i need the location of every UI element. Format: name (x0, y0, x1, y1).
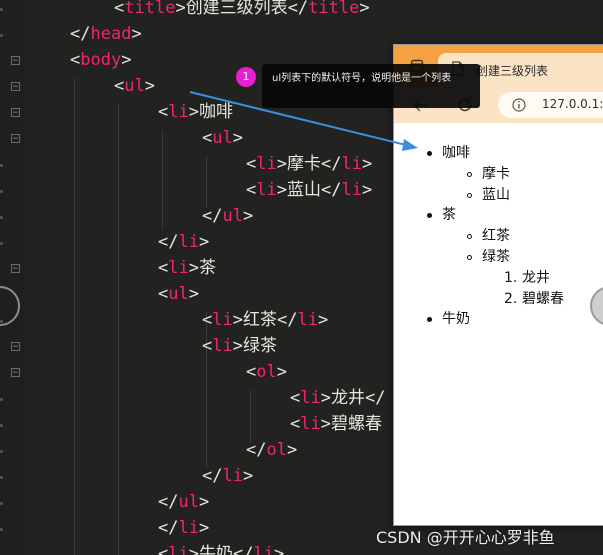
annotation-arrow (189, 91, 418, 151)
screenshot-root: − − − − − − − <title>创建三级列表</title> </hea… (0, 0, 603, 555)
watermark: CSDN @开开心心罗非鱼 (376, 528, 555, 547)
